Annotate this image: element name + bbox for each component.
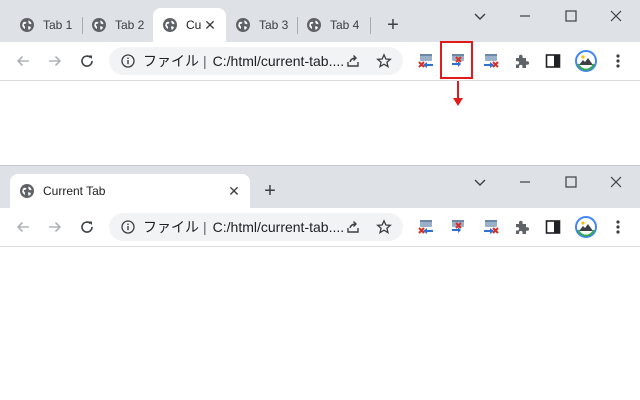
close-window-icon	[610, 10, 622, 22]
globe-icon	[91, 17, 107, 33]
reload-icon	[81, 221, 93, 233]
minimize-button[interactable]	[511, 2, 539, 30]
new-tab-button[interactable]: +	[382, 14, 404, 36]
tab-search-button[interactable]	[466, 2, 494, 30]
close-left-tabs-icon[interactable]	[417, 52, 435, 70]
tab-3[interactable]: Tab 3	[226, 8, 296, 42]
reload-button[interactable]	[77, 217, 97, 237]
address-bar[interactable]: ファイル | C:/html/current-tab....	[109, 213, 403, 241]
tab-strip: Current Tab ✕ +	[0, 166, 640, 208]
reload-icon	[81, 55, 93, 67]
maximize-icon	[565, 176, 577, 188]
tab-2[interactable]: Tab 2	[82, 8, 152, 42]
info-icon[interactable]	[121, 220, 135, 234]
forward-button[interactable]	[45, 51, 65, 71]
kebab-menu-icon[interactable]	[609, 218, 627, 236]
globe-icon	[162, 17, 178, 33]
close-window-button[interactable]	[602, 2, 630, 30]
tab-current[interactable]: Current Tab ✕	[10, 174, 250, 208]
site-label: ファイル	[143, 53, 199, 69]
arrow-right-icon	[49, 221, 62, 233]
close-other-tabs-icon[interactable]	[449, 218, 467, 236]
tab-search-button[interactable]	[466, 168, 494, 196]
minimize-icon	[520, 181, 530, 183]
maximize-button[interactable]	[557, 2, 585, 30]
close-window-button[interactable]	[602, 168, 630, 196]
globe-icon	[19, 17, 35, 33]
globe-icon	[235, 17, 251, 33]
side-panel-icon[interactable]	[544, 218, 562, 236]
profile-avatar-icon[interactable]	[575, 50, 597, 72]
arrow-left-icon	[16, 221, 29, 233]
tab-label: Tab 1	[43, 18, 73, 32]
tab-separator	[370, 17, 371, 34]
star-icon[interactable]	[376, 219, 392, 235]
chevron-down-icon	[474, 179, 486, 186]
address-separator: |	[203, 53, 207, 69]
minimize-button[interactable]	[511, 168, 539, 196]
side-panel-icon[interactable]	[544, 52, 562, 70]
tab-label: Tab 3	[259, 18, 289, 32]
chevron-down-icon	[474, 13, 486, 20]
maximize-icon	[565, 10, 577, 22]
arrow-right-icon	[49, 55, 62, 67]
new-tab-button[interactable]: +	[259, 180, 281, 202]
back-button[interactable]	[13, 217, 33, 237]
address-separator: |	[203, 219, 207, 235]
tab-label: Tab 4	[330, 18, 360, 32]
maximize-button[interactable]	[557, 168, 585, 196]
page-content	[0, 81, 640, 165]
kebab-menu-icon[interactable]	[609, 52, 627, 70]
close-tab-icon[interactable]: ✕	[226, 183, 242, 199]
url-text[interactable]: C:/html/current-tab....	[213, 53, 344, 69]
address-bar[interactable]: ファイル | C:/html/current-tab....	[109, 47, 403, 75]
info-icon[interactable]	[121, 54, 135, 68]
toolbar: ファイル | C:/html/current-tab....	[0, 208, 640, 247]
share-icon[interactable]	[345, 53, 361, 69]
url-text[interactable]: C:/html/current-tab....	[213, 219, 344, 235]
arrow-left-icon	[16, 55, 29, 67]
share-icon[interactable]	[345, 219, 361, 235]
arrow-down-icon	[453, 81, 463, 106]
close-right-tabs-icon[interactable]	[482, 218, 500, 236]
highlight-box	[440, 41, 473, 79]
tab-label: Tab 2	[115, 18, 145, 32]
browser-window-after: Current Tab ✕ + ファイル | C:/html/current-t…	[0, 166, 640, 400]
tab-strip: Tab 1 Tab 2 Cu ✕ Tab 3 Tab 4 +	[0, 0, 640, 42]
forward-button[interactable]	[45, 217, 65, 237]
tab-4[interactable]: Tab 4	[297, 8, 369, 42]
toolbar: ファイル | C:/html/current-tab....	[0, 42, 640, 81]
tab-current[interactable]: Cu ✕	[153, 8, 226, 42]
globe-icon	[306, 17, 322, 33]
tab-label: Current Tab	[43, 184, 106, 198]
close-right-tabs-icon[interactable]	[482, 52, 500, 70]
close-left-tabs-icon[interactable]	[417, 218, 435, 236]
tab-1[interactable]: Tab 1	[10, 8, 78, 42]
puzzle-icon[interactable]	[513, 218, 531, 236]
minimize-icon	[520, 15, 530, 17]
close-tab-icon[interactable]: ✕	[202, 17, 218, 33]
puzzle-icon[interactable]	[513, 52, 531, 70]
back-button[interactable]	[13, 51, 33, 71]
globe-icon	[19, 183, 35, 199]
browser-window-before: Tab 1 Tab 2 Cu ✕ Tab 3 Tab 4 + ファイル | C:…	[0, 0, 640, 165]
reload-button[interactable]	[77, 51, 97, 71]
profile-avatar-icon[interactable]	[575, 216, 597, 238]
close-window-icon	[610, 176, 622, 188]
site-label: ファイル	[143, 219, 199, 235]
page-content	[0, 247, 640, 400]
star-icon[interactable]	[376, 53, 392, 69]
